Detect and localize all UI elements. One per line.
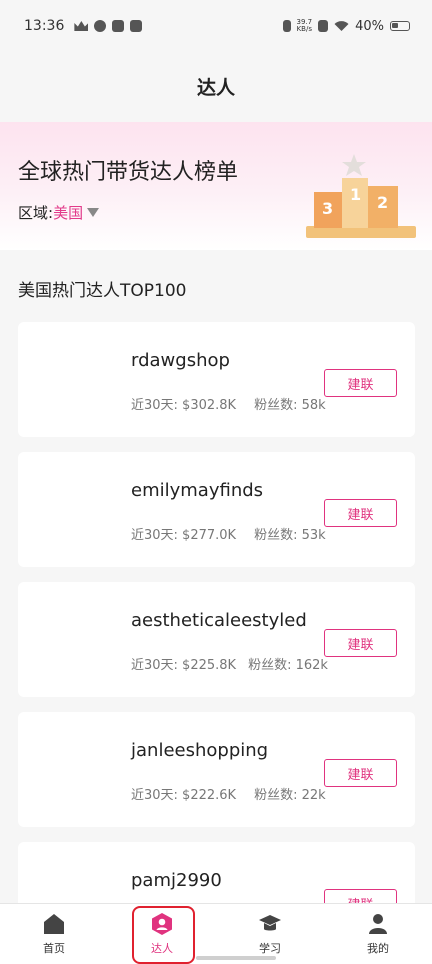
nav-item-learn[interactable]: 学习	[216, 904, 324, 964]
nav-label-learn: 学习	[259, 942, 281, 955]
x-icon	[318, 20, 329, 32]
nav-item-home[interactable]: 首页	[0, 904, 108, 964]
creator-card[interactable]: rdawgshop 近30天: $302.8K 粉丝数: 58k 建联	[18, 322, 415, 437]
wifi-icon	[334, 21, 349, 31]
nav-label-mine: 我的	[367, 942, 389, 955]
page-header: 达人	[0, 52, 432, 120]
status-time: 13:36	[24, 18, 65, 34]
svg-text:2: 2	[377, 193, 388, 212]
follower-count: 粉丝数: 58k	[254, 398, 326, 413]
battery-percent: 40%	[355, 18, 384, 34]
creator-name: rdawgshop	[131, 350, 230, 371]
sales-30d: 近30天: $225.8K	[131, 658, 237, 673]
status-bar: 13:36 39.7 KB/s 40%	[0, 0, 432, 52]
user-icon	[369, 914, 387, 934]
region-label: 区域:	[18, 204, 54, 222]
sales-30d: 近30天: $222.6K	[131, 788, 237, 803]
region-value[interactable]: 美国	[53, 202, 83, 223]
podium-icon: 3 1 2	[306, 154, 416, 238]
contact-button[interactable]: 建联	[324, 369, 397, 397]
svg-text:3: 3	[322, 199, 333, 218]
sales-30d: 近30天: $277.0K	[131, 528, 237, 543]
follower-count: 粉丝数: 162k	[248, 658, 328, 673]
banner-title: 全球热门带货达人榜单	[18, 160, 239, 185]
crown-icon	[74, 21, 89, 31]
caret-down-icon[interactable]	[87, 208, 100, 217]
creator-name: emilymayfinds	[131, 480, 264, 501]
home-icon	[44, 914, 64, 934]
gesture-bar[interactable]	[196, 956, 276, 960]
contact-button[interactable]: 建联	[324, 759, 397, 787]
vibrate-icon	[282, 20, 291, 32]
battery-icon	[390, 21, 410, 31]
creator-card[interactable]: aestheticaleestyled 近30天: $225.8K 粉丝数: 1…	[18, 582, 415, 697]
creator-card[interactable]: emilymayfinds 近30天: $277.0K 粉丝数: 53k 建联	[18, 452, 415, 567]
creator-name: janleeshopping	[131, 740, 269, 761]
nav-item-creators[interactable]: 达人	[108, 904, 216, 964]
mail-app-icon	[130, 20, 143, 32]
creator-card[interactable]: janleeshopping 近30天: $222.6K 粉丝数: 22k 建联	[18, 712, 415, 827]
page-title: 达人	[196, 76, 235, 99]
svg-text:1: 1	[350, 185, 361, 204]
section-title: 美国热门达人TOP100	[18, 281, 187, 301]
follower-count: 粉丝数: 53k	[254, 528, 326, 543]
nav-label-home: 首页	[43, 942, 65, 955]
play-app-icon	[112, 20, 125, 32]
creator-icon	[152, 913, 172, 935]
creator-name: pamj2990	[131, 870, 222, 891]
bottom-nav: 首页 达人 学习 我的	[0, 903, 432, 964]
graduation-cap-icon	[259, 915, 281, 931]
creator-name: aestheticaleestyled	[131, 610, 307, 631]
contact-button[interactable]: 建联	[324, 499, 397, 527]
nav-label-creators: 达人	[151, 942, 173, 955]
shield-check-icon	[94, 20, 107, 32]
network-speed: 39.7 KB/s	[296, 18, 313, 33]
sales-30d: 近30天: $302.8K	[131, 398, 237, 413]
region-selector[interactable]: 区域: 美国	[18, 202, 100, 223]
follower-count: 粉丝数: 22k	[254, 788, 326, 803]
creator-list: rdawgshop 近30天: $302.8K 粉丝数: 58k 建联 emil…	[18, 322, 415, 964]
nav-item-mine[interactable]: 我的	[324, 904, 432, 964]
contact-button[interactable]: 建联	[324, 629, 397, 657]
